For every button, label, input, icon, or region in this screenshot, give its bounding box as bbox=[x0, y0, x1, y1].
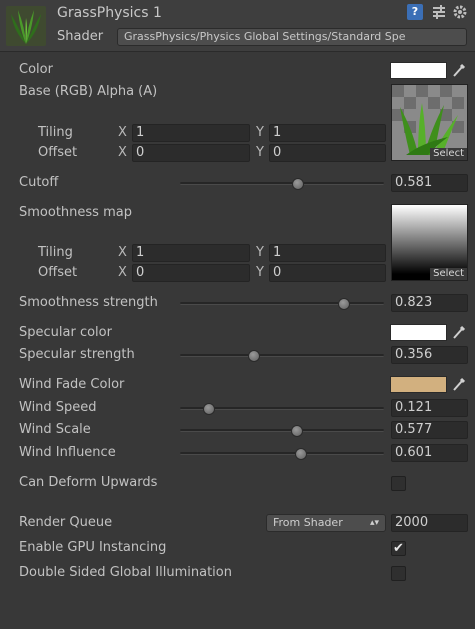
wind-scale-slider-track[interactable] bbox=[180, 429, 384, 432]
cutoff-slider-thumb[interactable] bbox=[291, 178, 304, 190]
render-queue-label: Render Queue bbox=[19, 515, 113, 530]
render-queue-dropdown[interactable]: From Shader ▴▾ bbox=[266, 514, 386, 532]
offset-y-axis-label: Y bbox=[256, 145, 264, 160]
color-swatch[interactable] bbox=[390, 62, 447, 79]
wind-speed-slider-thumb[interactable] bbox=[203, 403, 216, 415]
tiling-y-axis-label: Y bbox=[256, 245, 264, 260]
cutoff-label: Cutoff bbox=[19, 175, 59, 190]
can-deform-upwards-checkbox[interactable] bbox=[391, 476, 406, 491]
tiling-label: Tiling bbox=[38, 245, 73, 260]
dropdown-arrows-icon: ▴▾ bbox=[369, 518, 379, 528]
wind-scale-slider-thumb[interactable] bbox=[290, 425, 303, 437]
smoothness-map-label: Smoothness map bbox=[19, 205, 132, 220]
wind-fade-color-label: Wind Fade Color bbox=[19, 377, 125, 392]
offset-x-field[interactable]: 0 bbox=[132, 144, 250, 162]
material-header: GrassPhysics 1 Shader GrassPhysics/Physi… bbox=[0, 0, 475, 52]
wind-influence-slider-track[interactable] bbox=[180, 452, 384, 455]
wind-speed-label: Wind Speed bbox=[19, 400, 97, 415]
offset-x-axis-label: X bbox=[118, 265, 127, 280]
wind-fade-color-swatch[interactable] bbox=[390, 376, 447, 393]
smoothness-tiling-y-field[interactable]: 1 bbox=[269, 244, 386, 262]
inspector-footer bbox=[0, 600, 475, 629]
double-sided-gi-checkbox[interactable] bbox=[391, 566, 406, 581]
wind-scale-label: Wind Scale bbox=[19, 422, 91, 437]
tiling-y-field[interactable]: 1 bbox=[269, 124, 386, 142]
gpu-instancing-label: Enable GPU Instancing bbox=[19, 540, 167, 555]
wind-influence-value-field[interactable]: 0.601 bbox=[391, 444, 468, 462]
specular-strength-slider-thumb[interactable] bbox=[248, 350, 261, 362]
specular-color-label: Specular color bbox=[19, 325, 112, 340]
wind-scale-value-field[interactable]: 0.577 bbox=[391, 421, 468, 439]
cutoff-value-field[interactable]: 0.581 bbox=[391, 174, 468, 192]
render-queue-dropdown-value: From Shader bbox=[273, 516, 343, 529]
tiling-x-field[interactable]: 1 bbox=[132, 124, 250, 142]
specular-strength-slider-track[interactable] bbox=[180, 354, 384, 357]
smoothness-offset-y-field[interactable]: 0 bbox=[269, 264, 386, 282]
offset-y-axis-label: Y bbox=[256, 265, 264, 280]
smoothness-strength-slider-thumb[interactable] bbox=[338, 298, 351, 310]
smoothness-strength-label: Smoothness strength bbox=[19, 295, 158, 310]
shader-label: Shader bbox=[57, 29, 104, 44]
smoothness-strength-slider-track[interactable] bbox=[180, 302, 384, 305]
wind-speed-value-field[interactable]: 0.121 bbox=[391, 399, 468, 417]
eyedropper-icon[interactable] bbox=[451, 324, 467, 340]
base-map-label: Base (RGB) Alpha (A) bbox=[19, 84, 158, 99]
tiling-x-axis-label: X bbox=[118, 125, 127, 140]
offset-y-field[interactable]: 0 bbox=[269, 144, 386, 162]
wind-influence-label: Wind Influence bbox=[19, 445, 116, 460]
can-deform-upwards-label: Can Deform Upwards bbox=[19, 475, 158, 490]
help-icon[interactable]: ? bbox=[407, 4, 423, 20]
smoothness-tiling-x-field[interactable]: 1 bbox=[132, 244, 250, 262]
material-name: GrassPhysics 1 bbox=[57, 5, 162, 21]
tiling-x-axis-label: X bbox=[118, 245, 127, 260]
specular-strength-value-field[interactable]: 0.356 bbox=[391, 346, 468, 364]
offset-label: Offset bbox=[38, 265, 78, 280]
smoothness-strength-value-field[interactable]: 0.823 bbox=[391, 294, 468, 312]
smoothness-map-texture-slot[interactable]: Select bbox=[391, 204, 468, 281]
preset-icon[interactable] bbox=[431, 4, 447, 20]
color-label: Color bbox=[19, 62, 53, 77]
tiling-label: Tiling bbox=[38, 125, 73, 140]
wind-influence-slider-thumb[interactable] bbox=[295, 448, 308, 460]
base-map-texture-slot[interactable]: Select bbox=[391, 84, 468, 161]
specular-color-swatch[interactable] bbox=[390, 324, 447, 341]
specular-strength-label: Specular strength bbox=[19, 347, 135, 362]
tiling-y-axis-label: Y bbox=[256, 125, 264, 140]
offset-label: Offset bbox=[38, 145, 78, 160]
eyedropper-icon[interactable] bbox=[451, 376, 467, 392]
offset-x-axis-label: X bbox=[118, 145, 127, 160]
grass-material-icon bbox=[6, 6, 46, 46]
gear-icon[interactable] bbox=[452, 4, 468, 20]
smoothness-offset-x-field[interactable]: 0 bbox=[132, 264, 250, 282]
shader-dropdown[interactable]: GrassPhysics/Physics Global Settings/Sta… bbox=[117, 28, 467, 46]
checkmark-icon: ✔ bbox=[393, 541, 404, 556]
eyedropper-icon[interactable] bbox=[451, 62, 467, 78]
cutoff-slider-track[interactable] bbox=[180, 182, 384, 185]
texture-select-button[interactable]: Select bbox=[430, 148, 467, 160]
render-queue-value-field[interactable]: 2000 bbox=[391, 514, 468, 532]
texture-select-button[interactable]: Select bbox=[430, 268, 467, 280]
gpu-instancing-checkbox[interactable]: ✔ bbox=[391, 541, 406, 556]
double-sided-gi-label: Double Sided Global Illumination bbox=[19, 565, 232, 580]
